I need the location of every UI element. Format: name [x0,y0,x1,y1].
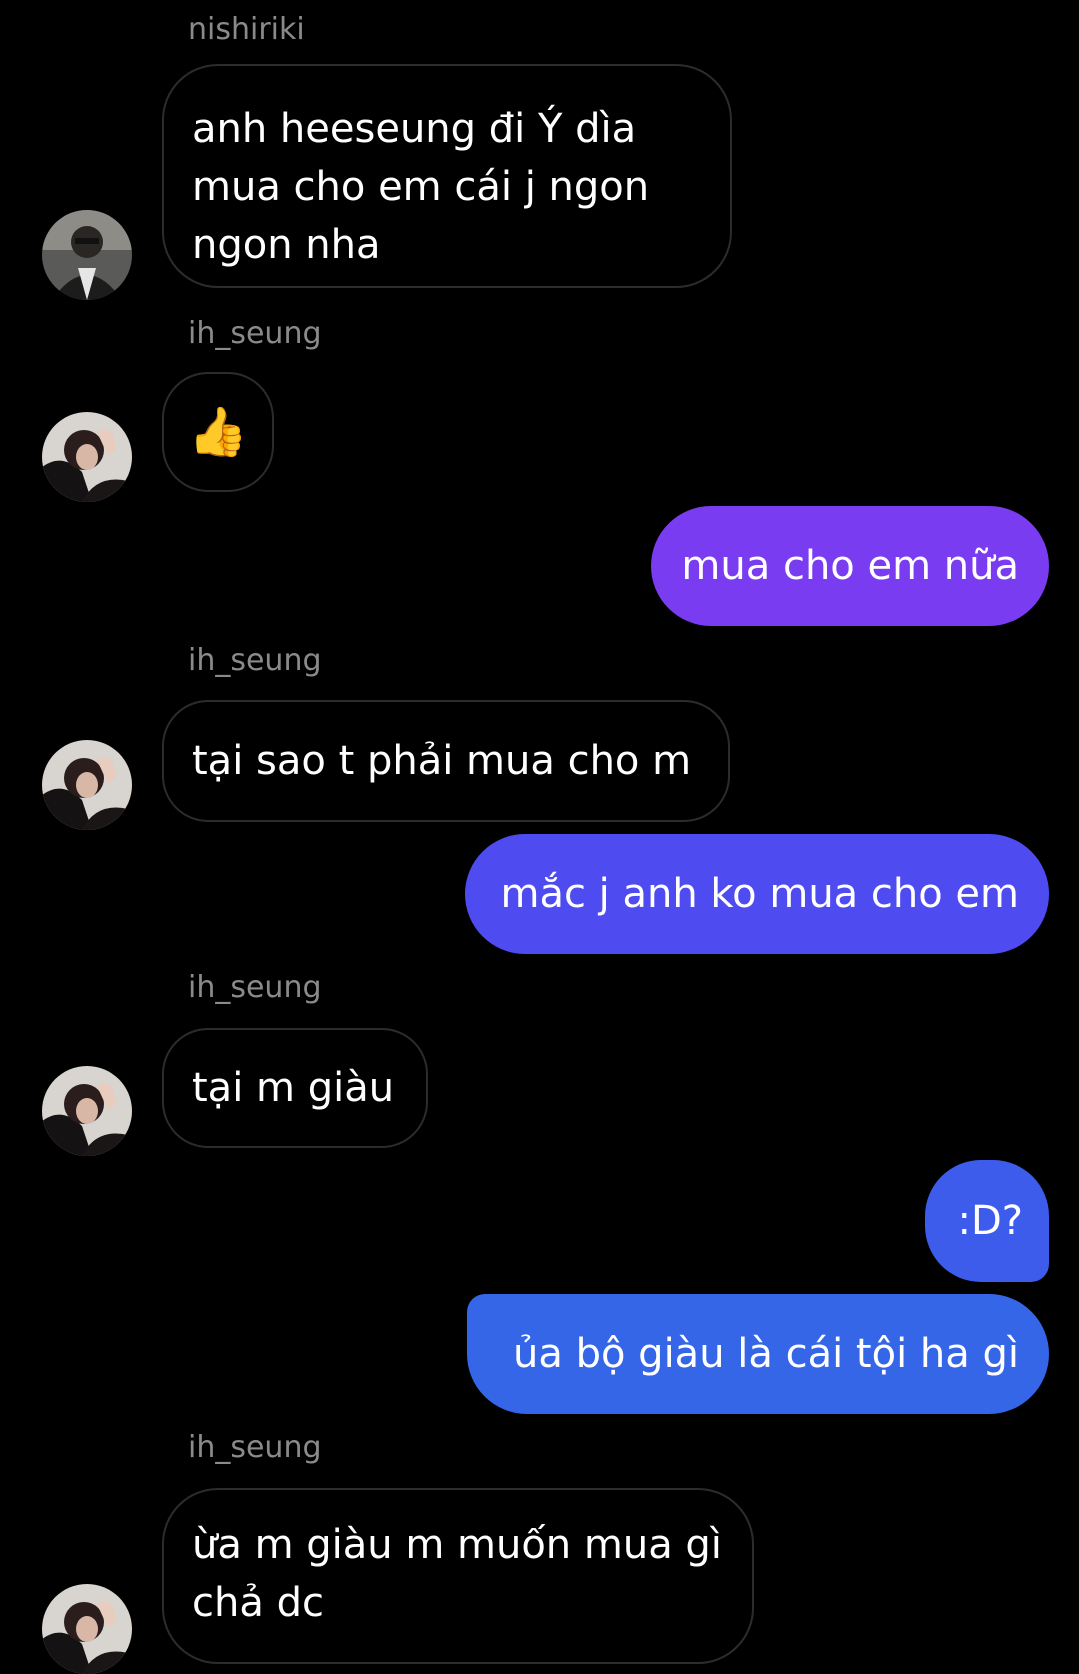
avatar-nishiriki[interactable] [42,210,132,300]
sender-name: ih_seung [188,643,322,678]
sender-name: ih_seung [188,1430,322,1465]
sender-name: ih_seung [188,970,322,1005]
avatar-ih-seung-icon [42,740,132,830]
message-text: :D? [957,1198,1023,1244]
message-text: ủa bộ giàu là cái tội ha gì [513,1331,1019,1377]
avatar-ih-seung[interactable] [42,1066,132,1156]
incoming-message[interactable]: anh heeseung đi Ý dìa mua cho em cái j n… [162,64,732,288]
avatar-ih-seung-icon [42,412,132,502]
thumbs-up-icon: 👍 [188,404,248,460]
avatar-ih-seung-icon [42,1066,132,1156]
message-text: tại sao t phải mua cho m [192,738,692,784]
message-text: mắc j anh ko mua cho em [500,871,1019,917]
message-text: mua cho em nữa [681,543,1019,589]
avatar-ih-seung[interactable] [42,1584,132,1674]
outgoing-message[interactable]: mua cho em nữa [651,506,1049,626]
message-text: tại m giàu [192,1065,395,1111]
incoming-message[interactable]: tại sao t phải mua cho m [162,700,730,822]
avatar-ih-seung-icon [42,1584,132,1674]
message-text: anh heeseung đi Ý dìa mua cho em cái j n… [192,106,650,268]
incoming-message[interactable]: ừa m giàu m muốn mua gì chả dc [162,1488,754,1664]
avatar-nishiriki-icon [42,210,132,300]
avatar-ih-seung[interactable] [42,740,132,830]
outgoing-message[interactable]: ủa bộ giàu là cái tội ha gì [467,1294,1049,1414]
incoming-reaction-message[interactable]: 👍 [162,372,274,492]
avatar-ih-seung[interactable] [42,412,132,502]
outgoing-message[interactable]: mắc j anh ko mua cho em [465,834,1049,954]
sender-name: ih_seung [188,316,322,351]
message-text: ừa m giàu m muốn mua gì chả dc [192,1522,722,1626]
outgoing-message[interactable]: :D? [925,1160,1049,1282]
incoming-message[interactable]: tại m giàu [162,1028,428,1148]
sender-name: nishiriki [188,12,305,47]
